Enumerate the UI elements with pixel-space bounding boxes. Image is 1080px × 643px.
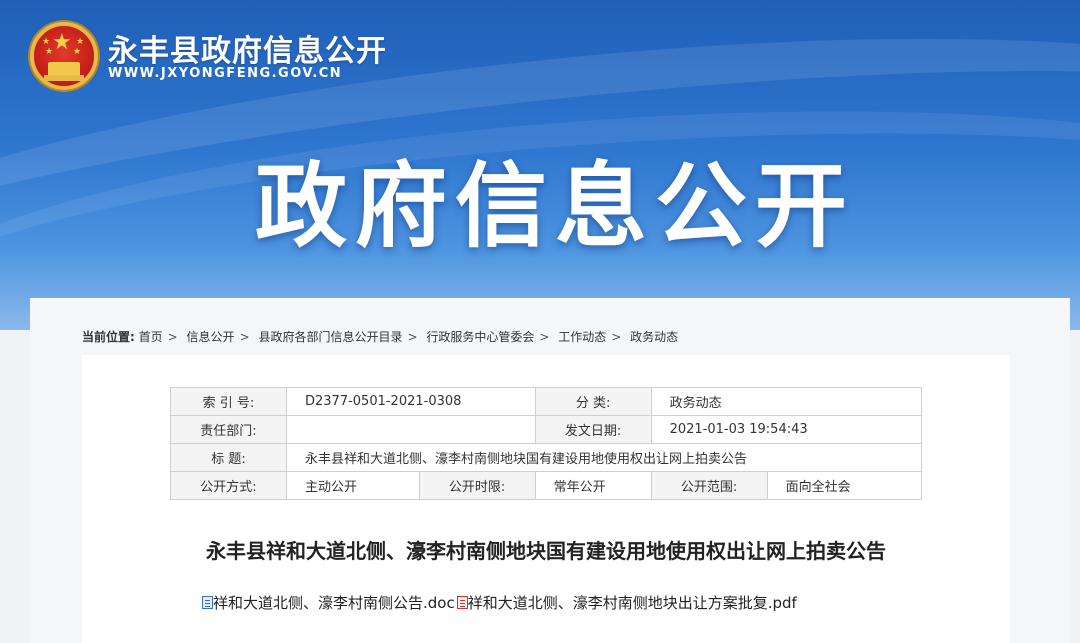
breadcrumb-work-news[interactable]: 工作动态	[558, 330, 606, 344]
info-meta-table: 索 引 号: D2377-0501-2021-0308 分 类: 政务动态 责任…	[170, 387, 923, 500]
publish-date-value: 2021-01-03 19:54:43	[650, 415, 923, 444]
breadcrumb-home[interactable]: 首页	[139, 330, 163, 344]
breadcrumb-dept-directory[interactable]: 县政府各部门信息公开目录	[258, 330, 402, 344]
header-banner: ★ ★ ★ ★ ★ 永丰县政府信息公开 WWW.JXYONGFENG.GOV.C…	[0, 0, 1080, 330]
index-number-label: 索 引 号:	[170, 387, 287, 416]
category-value: 政务动态	[650, 387, 923, 416]
publish-date-label: 发文日期:	[534, 415, 652, 444]
doc-file-icon[interactable]	[202, 596, 213, 609]
category-label: 分 类:	[534, 387, 652, 416]
site-url[interactable]: WWW.JXYONGFENG.GOV.CN	[108, 66, 342, 81]
index-number-value: D2377-0501-2021-0308	[286, 387, 536, 416]
responsible-dept-label: 责任部门:	[170, 415, 287, 444]
hero-title: 政府信息公开	[255, 153, 856, 260]
disclosure-scope-label: 公开范围:	[650, 471, 768, 500]
breadcrumb-label: 当前位置:	[82, 330, 135, 344]
main-content: 当前位置: 首页 > 信息公开 > 县政府各部门信息公开目录 > 行政服务中心管委会 >…	[30, 298, 1070, 643]
responsible-dept-value	[286, 415, 536, 444]
attachment-link-pdf[interactable]: 祥和大道北侧、濠李村南侧地块出让方案批复.pdf	[468, 594, 797, 612]
title-label: 标 题:	[170, 443, 287, 472]
article-panel: 索 引 号: D2377-0501-2021-0308 分 类: 政务动态 责任…	[82, 355, 1010, 643]
site-title[interactable]: 永丰县政府信息公开	[108, 26, 387, 70]
breadcrumb-gov-news[interactable]: 政务动态	[630, 330, 678, 344]
breadcrumb-info-public[interactable]: 信息公开	[187, 330, 235, 344]
attachment-link-doc[interactable]: 祥和大道北侧、濠李村南侧公告.doc	[213, 594, 455, 612]
disclosure-method-value: 主动公开	[286, 471, 420, 500]
title-value: 永丰县祥和大道北侧、濠李村南侧地块国有建设用地使用权出让网上拍卖公告	[286, 443, 922, 472]
disclosure-period-label: 公开时限:	[418, 471, 536, 500]
disclosure-period-value: 常年公开	[534, 471, 652, 500]
disclosure-scope-value: 面向全社会	[766, 471, 923, 500]
breadcrumb-admin-center[interactable]: 行政服务中心管委会	[426, 330, 534, 344]
disclosure-method-label: 公开方式:	[170, 471, 287, 500]
pdf-file-icon[interactable]	[456, 596, 468, 609]
document-title: 永丰县祥和大道北侧、濠李村南侧地块国有建设用地使用权出让网上拍卖公告	[206, 539, 886, 563]
national-emblem-icon[interactable]: ★ ★ ★ ★ ★	[30, 22, 98, 90]
attachment-list: 祥和大道北侧、濠李村南侧公告.doc 祥和大道北侧、濠李村南侧地块出让方案批复.p…	[202, 592, 797, 613]
breadcrumb: 当前位置: 首页 > 信息公开 > 县政府各部门信息公开目录 > 行政服务中心管委会 >…	[82, 330, 679, 344]
